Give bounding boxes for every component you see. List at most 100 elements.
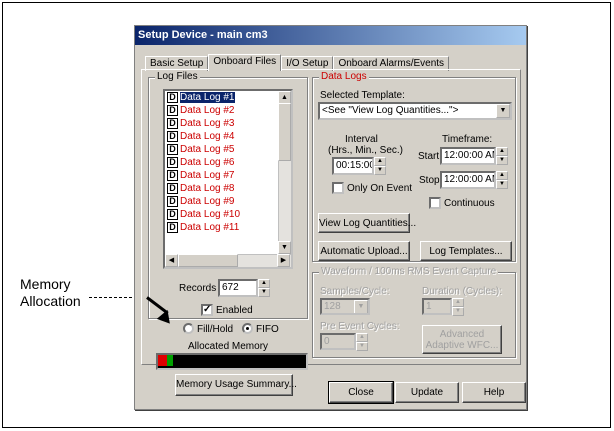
start-spin-down[interactable]: ▼	[496, 156, 508, 165]
fifo-radio-dot[interactable]	[242, 323, 253, 334]
duration-spin-up[interactable]: ▲	[452, 298, 464, 307]
list-horizontal-scrollbar[interactable]: ◀ ▶	[165, 254, 291, 267]
list-item[interactable]: D Data Log #9	[165, 195, 291, 208]
duration-spin-down[interactable]: ▼	[452, 307, 464, 316]
records-input[interactable]: 672	[218, 279, 258, 297]
start-time-input[interactable]: 12:00:00 AM	[440, 147, 496, 165]
waveform-group-label: Waveform / 100ms RMS Event Capture	[319, 266, 499, 277]
allocated-memory-label: Allocated Memory	[188, 341, 269, 352]
stop-time-spinner[interactable]: ▲ ▼	[496, 171, 508, 189]
enabled-label: Enabled	[216, 305, 253, 316]
callout-line-1: Memory	[20, 276, 71, 292]
memory-allocation-callout: Memory Allocation	[20, 276, 81, 310]
pre-event-cycles-label: Pre Event Cycles:	[320, 321, 400, 332]
list-item-label: Data Log #9	[180, 196, 235, 207]
hscroll-thumb[interactable]	[178, 254, 238, 267]
start-label: Start:	[418, 151, 442, 162]
scroll-left-button[interactable]: ◀	[165, 254, 178, 267]
view-log-quantities-button[interactable]: View Log Quantities...	[318, 213, 416, 233]
data-log-icon: D	[167, 92, 178, 103]
pre-event-spin-up[interactable]: ▲	[356, 333, 368, 342]
list-vertical-scrollbar[interactable]: ▲ ▼	[278, 91, 291, 255]
list-item[interactable]: D Data Log #11	[165, 221, 291, 234]
continuous-checkbox-box[interactable]	[429, 197, 441, 209]
stop-spin-down[interactable]: ▼	[496, 180, 508, 189]
fill-hold-radio[interactable]: Fill/Hold	[183, 323, 233, 336]
log-templates-button[interactable]: Log Templates...	[420, 241, 512, 261]
list-item[interactable]: D Data Log #5	[165, 143, 291, 156]
interval-spin-down[interactable]: ▼	[374, 166, 386, 175]
advanced-label-line-2: Adaptive WFC...	[425, 340, 499, 351]
scroll-right-button[interactable]: ▶	[277, 254, 290, 267]
interval-spinner[interactable]: ▲ ▼	[374, 157, 386, 175]
help-button[interactable]: Help	[462, 382, 526, 403]
duration-cycles-label: Duration (Cycles):	[422, 286, 503, 297]
list-item[interactable]: D Data Log #10	[165, 208, 291, 221]
fifo-label: FIFO	[256, 324, 279, 335]
list-item-label: Data Log #1	[179, 91, 236, 104]
list-item[interactable]: D Data Log #3	[165, 117, 291, 130]
list-item-label: Data Log #3	[180, 118, 235, 129]
list-item-label: Data Log #6	[180, 157, 235, 168]
tab-onboard-files[interactable]: Onboard Files	[208, 54, 282, 71]
scroll-thumb[interactable]	[278, 103, 291, 161]
callout-line-2: Allocation	[20, 293, 81, 309]
continuous-label: Continuous	[444, 198, 495, 209]
list-item[interactable]: D Data Log #8	[165, 182, 291, 195]
selected-template-dropdown[interactable]: <See "View Log Quantities..."> ▼	[318, 102, 512, 120]
list-item[interactable]: D Data Log #6	[165, 156, 291, 169]
data-log-icon: D	[167, 144, 178, 155]
log-files-list[interactable]: D Data Log #1 D Data Log #2 D Data Log #3 D Dat…	[163, 89, 293, 269]
advanced-adaptive-wfc-button[interactable]: Advanced Adaptive WFC...	[422, 325, 502, 354]
pre-event-spin-down[interactable]: ▼	[356, 342, 368, 351]
list-item-label: Data Log #7	[180, 170, 235, 181]
fill-hold-label: Fill/Hold	[197, 324, 234, 335]
stop-label: Stop:	[419, 175, 443, 186]
interval-spin-up[interactable]: ▲	[374, 157, 386, 166]
data-log-icon: D	[167, 170, 178, 181]
duration-spinner[interactable]: ▲ ▼	[452, 298, 464, 316]
chevron-down-icon[interactable]: ▼	[354, 300, 368, 313]
pre-event-spinner[interactable]: ▲ ▼	[356, 333, 368, 351]
only-on-event-checkbox[interactable]: Only On Event	[332, 182, 412, 195]
data-log-icon: D	[167, 118, 178, 129]
interval-input[interactable]: 00:15:00	[332, 157, 374, 175]
continuous-checkbox[interactable]: Continuous	[429, 197, 495, 210]
update-button[interactable]: Update	[395, 382, 459, 403]
list-item[interactable]: D Data Log #1	[165, 91, 291, 104]
enabled-checkbox[interactable]: ✓ Enabled	[201, 304, 253, 317]
list-item-label: Data Log #8	[180, 183, 235, 194]
records-spinner[interactable]: ▲ ▼	[258, 279, 270, 297]
automatic-upload-button[interactable]: Automatic Upload...	[318, 241, 410, 261]
start-spin-up[interactable]: ▲	[496, 147, 508, 156]
chevron-down-icon[interactable]: ▼	[496, 104, 510, 118]
data-log-icon: D	[167, 222, 178, 233]
close-button[interactable]: Close	[328, 381, 394, 404]
records-spin-up[interactable]: ▲	[258, 279, 270, 288]
fill-hold-radio-dot[interactable]	[183, 323, 194, 334]
list-item-label: Data Log #11	[180, 222, 240, 233]
data-log-icon: D	[167, 209, 178, 220]
start-time-spinner[interactable]: ▲ ▼	[496, 147, 508, 165]
selected-template-value: <See "View Log Quantities...">	[322, 105, 459, 116]
only-on-event-checkbox-box[interactable]	[332, 182, 344, 194]
records-spin-down[interactable]: ▼	[258, 288, 270, 297]
pre-event-cycles-input[interactable]: 0	[320, 333, 356, 350]
list-item[interactable]: D Data Log #4	[165, 130, 291, 143]
data-log-icon: D	[167, 157, 178, 168]
samples-per-cycle-dropdown[interactable]: 128 ▼	[320, 298, 370, 315]
enabled-checkbox-box[interactable]: ✓	[201, 304, 213, 316]
memory-usage-summary-button[interactable]: Memory Usage Summary...	[175, 374, 297, 396]
scroll-down-button[interactable]: ▼	[278, 241, 291, 254]
list-item-label: Data Log #5	[180, 144, 235, 155]
samples-per-cycle-label: Samples/Cycle:	[320, 286, 390, 297]
memory-current-log-segment	[167, 355, 173, 366]
list-item[interactable]: D Data Log #7	[165, 169, 291, 182]
duration-cycles-input[interactable]: 1	[422, 298, 452, 315]
advanced-label-line-1: Advanced	[439, 329, 485, 340]
memory-used-segment	[158, 355, 167, 366]
stop-spin-up[interactable]: ▲	[496, 171, 508, 180]
fifo-radio[interactable]: FIFO	[242, 323, 279, 336]
stop-time-input[interactable]: 12:00:00 AM	[440, 171, 496, 189]
list-item[interactable]: D Data Log #2	[165, 104, 291, 117]
